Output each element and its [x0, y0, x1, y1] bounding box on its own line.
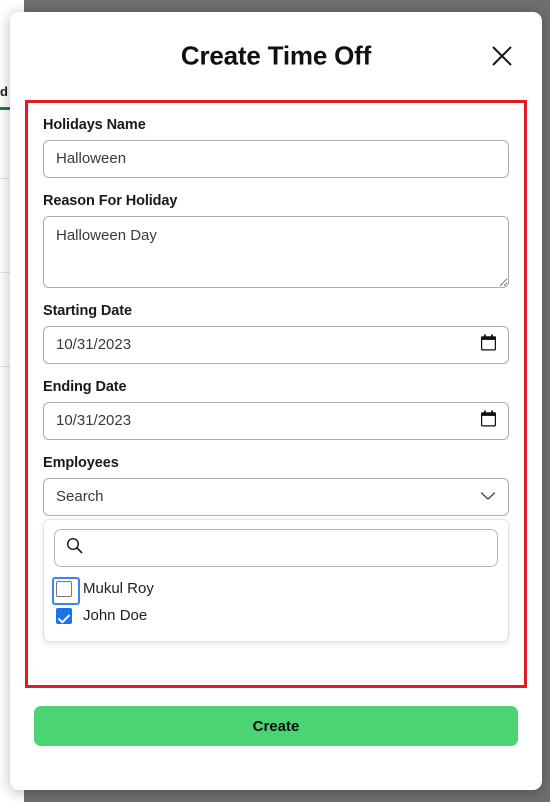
field-holidays-name: Holidays Name: [43, 117, 509, 178]
reason-for-holiday-label: Reason For Holiday: [43, 193, 178, 209]
ending-date-label: Ending Date: [43, 379, 127, 395]
field-ending-date: Ending Date: [43, 379, 509, 440]
employees-select[interactable]: [43, 478, 509, 516]
holidays-name-label: Holidays Name: [43, 117, 146, 133]
employee-search-input[interactable]: [54, 529, 498, 567]
modal-header: Create Time Off: [10, 12, 542, 98]
holidays-name-input[interactable]: [43, 140, 509, 178]
list-item[interactable]: John Doe: [54, 602, 498, 629]
modal-footer: Create: [10, 706, 542, 746]
form-highlight-region: Holidays Name Reason For Holiday Startin…: [25, 100, 527, 688]
create-button[interactable]: Create: [34, 706, 518, 746]
list-item[interactable]: Mukul Roy: [52, 575, 498, 605]
close-button[interactable]: [486, 40, 518, 72]
employees-label: Employees: [43, 455, 119, 471]
create-time-off-modal: Create Time Off Holidays Name Reason For…: [10, 12, 542, 790]
field-employees: Employees Search Mukul Roy John Doe: [43, 455, 509, 642]
employee-name: Mukul Roy: [83, 580, 154, 597]
employee-checkbox-mukul-roy[interactable]: [52, 576, 80, 605]
close-icon: [489, 43, 515, 69]
check-icon: [58, 611, 70, 629]
starting-date-label: Starting Date: [43, 303, 132, 319]
employees-dropdown-panel: Mukul Roy John Doe: [43, 519, 509, 642]
starting-date-input[interactable]: [43, 326, 509, 364]
field-reason-for-holiday: Reason For Holiday: [43, 193, 509, 288]
employee-search-wrap: [54, 529, 498, 567]
field-starting-date: Starting Date: [43, 303, 509, 364]
page-title: Create Time Off: [180, 40, 372, 71]
ending-date-input[interactable]: [43, 402, 509, 440]
reason-for-holiday-textarea[interactable]: [43, 216, 509, 288]
background-tab-label: d: [0, 84, 8, 99]
employee-name: John Doe: [83, 607, 148, 624]
employee-checkbox-john-doe[interactable]: [56, 607, 72, 624]
